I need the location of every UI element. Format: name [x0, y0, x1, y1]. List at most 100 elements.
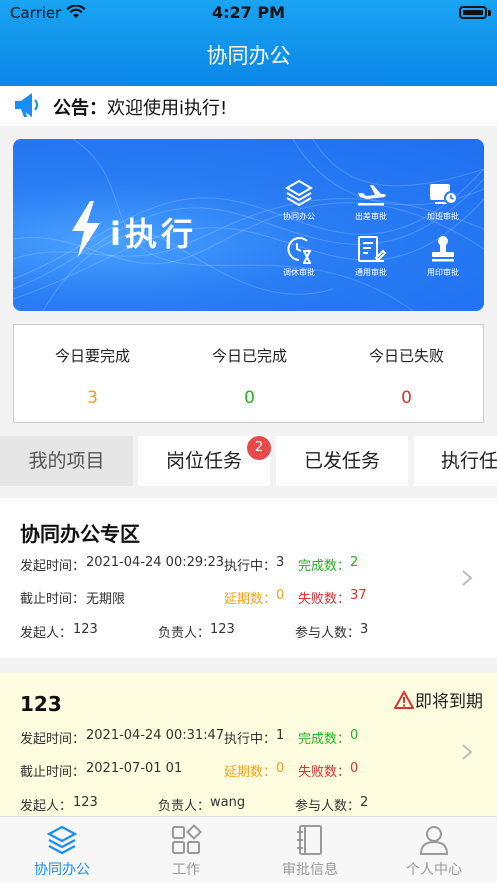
- megaphone-icon: [15, 93, 38, 117]
- tabbar-profile[interactable]: 个人中心: [372, 817, 496, 879]
- notice-bar[interactable]: 公告：欢迎使用i执行!: [0, 86, 497, 126]
- tabbar-cooperative-office[interactable]: 协同办公: [0, 817, 124, 879]
- project-card[interactable]: 协同办公专区 发起时间： 2021-04-24 00:29:23 执行中： 3 …: [0, 498, 497, 658]
- members-value: 2: [360, 795, 369, 810]
- initiator-label: 发起人：: [20, 799, 73, 814]
- stamp-icon: [432, 236, 454, 262]
- initiator-label: 发起人：: [20, 626, 73, 641]
- grid-icon: [172, 824, 202, 854]
- chevron-right-icon: [462, 744, 473, 760]
- tabbar-approval-info[interactable]: 审批信息: [248, 817, 372, 879]
- deadline-value: 无期限: [86, 592, 126, 607]
- tabbar-label: 审批信息: [282, 862, 338, 878]
- app-cooperative-office[interactable]: 协同办公: [265, 177, 333, 222]
- tabbar-label: 个人中心: [406, 862, 462, 878]
- warning-triangle-icon: [394, 691, 414, 709]
- delay-label: 延期数：: [224, 765, 277, 780]
- delay-label: 延期数：: [224, 592, 277, 607]
- members-label: 参与人数：: [295, 626, 361, 641]
- brand-name: i执行: [110, 215, 197, 253]
- app-label: 出差审批: [355, 212, 387, 221]
- tab-executed-tasks[interactable]: 执行任: [414, 436, 497, 486]
- status-label: 执行中：: [224, 559, 277, 574]
- stat-to-complete[interactable]: 今日要完成 3: [14, 325, 171, 408]
- fail-label: 失败数：: [298, 765, 351, 780]
- status-value: 1: [276, 728, 285, 743]
- chevron-right-icon: [462, 570, 473, 586]
- stat-title: 今日已完成: [211, 347, 287, 365]
- deadline-label: 截止时间：: [20, 592, 86, 607]
- app-label: 调休审批: [283, 268, 315, 277]
- lightning-logo-icon: [72, 201, 100, 257]
- stat-value: 0: [244, 388, 255, 408]
- start-time: 2021-04-24 00:29:23: [86, 555, 225, 570]
- start-time: 2021-04-24 00:31:47: [86, 728, 225, 743]
- done-label: 完成数：: [298, 559, 351, 574]
- bottom-tab-bar: 协同办公 工作 审批信息 个人中心: [0, 816, 497, 883]
- app-label: 协同办公: [283, 212, 315, 221]
- layers-icon: [46, 825, 78, 855]
- layers-icon: [285, 179, 313, 207]
- app-label: 加班审批: [427, 212, 459, 221]
- initiator-value: 123: [73, 795, 98, 810]
- today-stats: 今日要完成 3 今日已完成 0 今日已失败 0: [13, 324, 484, 423]
- owner-label: 负责人：: [158, 799, 211, 814]
- document-pen-icon: [358, 236, 387, 262]
- clock: 4:27 PM: [211, 3, 285, 22]
- delay-value: 0: [276, 588, 285, 603]
- page-title: 协同办公: [206, 44, 291, 68]
- airplane-icon: [358, 185, 386, 206]
- deadline-label: 截止时间：: [20, 765, 86, 780]
- app-overtime[interactable]: 加班审批: [409, 177, 477, 222]
- project-card[interactable]: 123 即将到期 发起时间： 2021-04-24 00:31:47 执行中： …: [0, 673, 497, 816]
- app-label: 用印审批: [427, 268, 459, 277]
- delay-value: 0: [276, 761, 285, 776]
- overtime-clock-icon: [430, 184, 458, 205]
- stat-value: 0: [401, 388, 412, 408]
- fail-value: 0: [350, 761, 359, 776]
- done-label: 完成数：: [298, 732, 351, 747]
- fail-value: 37: [350, 588, 367, 603]
- app-general-approval[interactable]: 通用审批: [337, 233, 405, 278]
- expiring-warning: 即将到期: [394, 687, 483, 712]
- stat-failed[interactable]: 今日已失败 0: [328, 325, 485, 408]
- notice-label: 公告：: [53, 98, 107, 119]
- hourglass-clock-icon: [287, 237, 311, 264]
- owner-value: wang: [210, 795, 246, 810]
- quick-apps: 协同办公 出差审批 加班审批 调休审批 通用审批 用印审批: [265, 177, 477, 287]
- banner: i执行 协同办公 出差审批 加班审批 调休审批 通用审批 用印审批: [13, 139, 484, 311]
- owner-value: 123: [210, 622, 235, 637]
- warning-text: 即将到期: [415, 692, 483, 712]
- status-label: 执行中：: [224, 732, 277, 747]
- battery-icon: [459, 6, 487, 19]
- app-business-trip[interactable]: 出差审批: [337, 177, 405, 222]
- tab-sent-tasks[interactable]: 已发任务: [276, 436, 408, 486]
- stat-title: 今日要完成: [54, 347, 130, 365]
- tabbar-label: 工作: [172, 862, 200, 878]
- fail-label: 失败数：: [298, 592, 351, 607]
- notebook-icon: [297, 825, 322, 855]
- tab-my-projects[interactable]: 我的项目: [0, 436, 133, 486]
- notification-badge: 2: [247, 436, 271, 460]
- notice-text: 公告：欢迎使用i执行!: [53, 94, 227, 120]
- done-value: 2: [350, 555, 359, 570]
- stat-completed[interactable]: 今日已完成 0: [171, 325, 328, 408]
- person-icon: [419, 826, 449, 855]
- tab-label: 岗位任务: [165, 450, 242, 472]
- members-label: 参与人数：: [295, 799, 361, 814]
- stat-value: 3: [87, 388, 98, 408]
- tabbar-work[interactable]: 工作: [124, 817, 248, 879]
- app-root: Carrier 4:27 PM 协同办公 公告：欢迎使用i执行! i执行 协同办…: [0, 0, 497, 883]
- app-leave-swap[interactable]: 调休审批: [265, 233, 333, 278]
- members-value: 3: [360, 622, 369, 637]
- tab-post-tasks[interactable]: 岗位任务 2: [138, 436, 271, 486]
- task-tabs: 我的项目 岗位任务 2 已发任务 执行任: [0, 436, 497, 486]
- tabbar-label: 协同办公: [34, 862, 90, 878]
- top-bar: Carrier 4:27 PM 协同办公: [0, 0, 497, 86]
- done-value: 0: [350, 728, 359, 743]
- app-label: 通用审批: [355, 268, 387, 277]
- project-title: 123: [20, 692, 62, 716]
- app-seal-approval[interactable]: 用印审批: [409, 233, 477, 278]
- status-value: 3: [276, 555, 285, 570]
- start-time-label: 发起时间：: [20, 732, 86, 747]
